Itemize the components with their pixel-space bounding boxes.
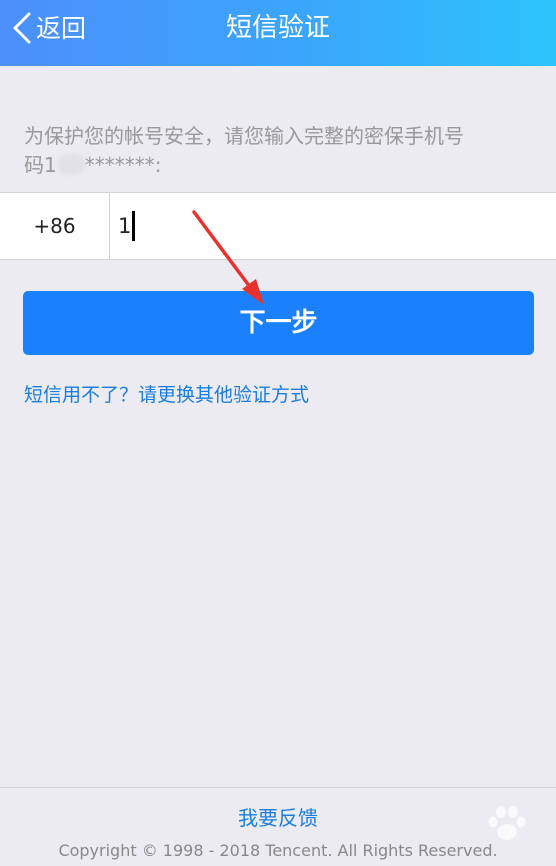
prompt-line-1: 为保护您的帐号安全，请您输入完整的密保手机号 [24,124,464,148]
verification-prompt: 为保护您的帐号安全，请您输入完整的密保手机号 码1 *******: [24,122,524,180]
prompt-line-2-end: *******: [84,153,162,177]
header-bar: 返回 短信验证 [0,0,556,66]
back-button[interactable]: 返回 [10,0,86,56]
prompt-line-2-start: 码1 [24,153,57,177]
phone-number-input[interactable]: 1 [110,193,556,259]
copyright-text: Copyright © 1998 - 2018 Tencent. All Rig… [58,841,498,860]
next-step-button[interactable]: 下一步 [23,291,534,355]
feedback-link-wrapper: 我要反馈 [0,802,556,831]
alternative-verification-link[interactable]: 短信用不了？请更换其他验证方式 [24,381,309,409]
back-label: 返回 [36,13,87,43]
feedback-link[interactable]: 我要反馈 [238,806,318,830]
chevron-left-icon [13,12,31,44]
text-cursor [132,211,136,241]
blurred-digits [56,154,85,175]
phone-number-value: 1 [118,214,132,238]
country-code-selector[interactable]: +86 [0,193,110,259]
phone-input-row: +86 1 [0,192,556,260]
footer: 我要反馈 Copyright © 1998 - 2018 Tencent. Al… [0,787,556,866]
